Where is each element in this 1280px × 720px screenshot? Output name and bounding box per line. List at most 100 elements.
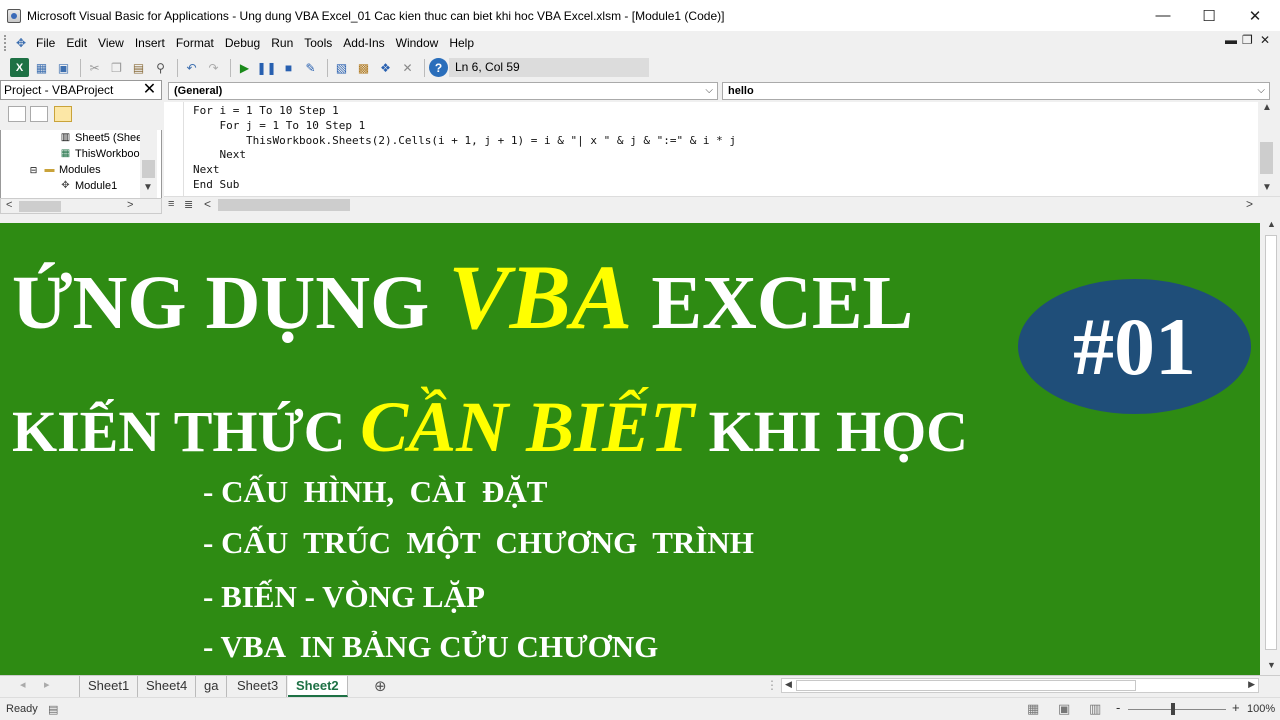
code-margin[interactable] (164, 102, 184, 196)
toolbox-icon[interactable]: ✕ (398, 58, 417, 77)
vba-menu-icon[interactable]: ✥ (12, 35, 30, 51)
code-line[interactable]: End Sub (193, 178, 239, 193)
chevron-down-icon: ⌵ (1257, 85, 1265, 96)
find-icon[interactable]: ⚲ (151, 58, 170, 77)
procedure-combo[interactable]: hello ⌵ (722, 82, 1270, 100)
tree-item-sheet5[interactable]: ▥ Sheet5 (Shee (59, 132, 143, 144)
scroll-right-icon[interactable]: > (1246, 197, 1253, 211)
tab-sheet2[interactable]: Sheet2 (288, 676, 348, 697)
zoom-slider[interactable] (1128, 709, 1226, 710)
menu-debug[interactable]: Debug (221, 34, 264, 52)
scroll-thumb[interactable] (1260, 142, 1273, 174)
code-line[interactable]: For i = 1 To 10 Step 1 (193, 104, 339, 119)
collapse-icon[interactable]: ⊟ (27, 164, 40, 176)
zoom-level[interactable]: 100% (1247, 703, 1275, 715)
scroll-thumb[interactable] (218, 199, 350, 211)
scroll-thumb[interactable] (1265, 235, 1277, 650)
design-mode-icon[interactable]: ✎ (301, 58, 320, 77)
tree-item-modules[interactable]: ⊟ ▬ Modules (27, 164, 101, 176)
tab-sheet3[interactable]: Sheet3 (229, 676, 288, 697)
tab-split-handle[interactable]: ⋮ (766, 678, 778, 692)
view-code-icon[interactable] (8, 106, 26, 122)
doc-minimize-button[interactable]: ▬ (1225, 33, 1237, 47)
toolbar-separator (424, 58, 425, 77)
toolbar-separator (327, 58, 328, 77)
break-icon[interactable]: ❚❚ (256, 58, 276, 77)
tree-item-thisworkbook[interactable]: ▦ ThisWorkboo (59, 148, 140, 160)
add-sheet-icon[interactable]: ⊕ (374, 677, 387, 695)
minimize-button[interactable]: — (1140, 0, 1186, 31)
menu-run[interactable]: Run (267, 34, 297, 52)
zoom-in-button[interactable]: + (1232, 700, 1240, 715)
bullet-item: - CẤU HÌNH, CÀI ĐẶT (203, 474, 548, 509)
project-vertical-scrollbar[interactable]: ▼ (140, 130, 157, 198)
project-close-button[interactable]: ✕ (141, 82, 158, 99)
excel-view-icon[interactable]: X (10, 58, 29, 77)
sheet-vertical-scrollbar[interactable]: ▲ ▼ (1262, 215, 1280, 675)
tab-sheet1[interactable]: Sheet1 (79, 676, 139, 697)
page-break-icon[interactable]: ▥ (1089, 701, 1101, 717)
menu-edit[interactable]: Edit (62, 34, 91, 52)
full-module-view-icon[interactable]: ≣ (184, 198, 193, 211)
scroll-left-icon[interactable]: ◀ (785, 679, 792, 690)
view-object-icon[interactable] (30, 106, 48, 122)
insert-userform-icon[interactable]: ▦ (32, 58, 51, 77)
code-line[interactable]: Next (193, 163, 220, 178)
macro-record-icon[interactable]: ▤ (48, 703, 58, 716)
menu-help[interactable]: Help (445, 34, 478, 52)
scroll-up-icon[interactable]: ▲ (1267, 219, 1276, 229)
scroll-left-icon[interactable]: < (6, 199, 12, 211)
reset-icon[interactable]: ■ (279, 58, 298, 77)
tree-item-module1[interactable]: ✥ Module1 (59, 180, 117, 192)
zoom-slider-thumb[interactable] (1171, 703, 1175, 715)
page-layout-icon[interactable]: ▣ (1058, 701, 1070, 717)
undo-icon[interactable]: ↶ (182, 58, 201, 77)
scroll-thumb[interactable] (142, 160, 155, 178)
code-horizontal-scrollbar[interactable]: ≡ ≣ < > (164, 196, 1280, 213)
tab-scroll-left-icon[interactable]: ◂ (20, 678, 26, 691)
object-combo[interactable]: (General) ⌵ (168, 82, 718, 100)
zoom-out-button[interactable]: - (1116, 700, 1120, 715)
doc-restore-button[interactable]: ❐ (1242, 33, 1253, 47)
procedure-view-icon[interactable]: ≡ (168, 198, 174, 210)
save-icon[interactable]: ▣ (54, 58, 73, 77)
tab-scroll-right-icon[interactable]: ▸ (44, 678, 50, 691)
run-icon[interactable]: ▶ (235, 58, 254, 77)
menu-view[interactable]: View (94, 34, 128, 52)
normal-view-icon[interactable]: ▦ (1027, 701, 1039, 717)
scroll-left-icon[interactable]: < (204, 197, 211, 211)
scroll-down-icon[interactable]: ▼ (1262, 182, 1272, 193)
object-browser-icon[interactable]: ❖ (376, 58, 395, 77)
menu-file[interactable]: File (32, 34, 59, 52)
scroll-down-icon[interactable]: ▼ (143, 182, 153, 193)
copy-icon[interactable]: ❐ (107, 58, 126, 77)
doc-close-button[interactable]: ✕ (1260, 33, 1270, 47)
menu-addins[interactable]: Add-Ins (339, 34, 388, 52)
scroll-right-icon[interactable]: > (127, 199, 133, 211)
tab-ga[interactable]: ga (196, 676, 228, 697)
code-line[interactable]: For j = 1 To 10 Step 1 (193, 119, 365, 134)
project-horizontal-scrollbar[interactable]: < > (0, 198, 162, 214)
code-line[interactable]: ThisWorkbook.Sheets(2).Cells(i + 1, j + … (193, 134, 736, 149)
code-line[interactable]: Next (193, 148, 246, 163)
close-button[interactable]: ✕ (1232, 0, 1278, 31)
cut-icon[interactable]: ✂ (85, 58, 104, 77)
properties-icon[interactable]: ▩ (354, 58, 373, 77)
scroll-up-icon[interactable]: ▲ (1262, 102, 1272, 113)
project-explorer-icon[interactable]: ▧ (332, 58, 351, 77)
toggle-folders-icon[interactable] (54, 106, 72, 122)
scroll-thumb[interactable] (19, 201, 61, 212)
scroll-down-icon[interactable]: ▼ (1267, 660, 1276, 670)
scroll-right-icon[interactable]: ▶ (1248, 679, 1255, 690)
code-vertical-scrollbar[interactable]: ▲ ▼ (1258, 102, 1275, 196)
paste-icon[interactable]: ▤ (129, 58, 148, 77)
help-icon[interactable]: ? (429, 58, 448, 77)
scroll-thumb[interactable] (796, 680, 1136, 691)
menu-insert[interactable]: Insert (131, 34, 169, 52)
menu-format[interactable]: Format (172, 34, 218, 52)
maximize-button[interactable]: ☐ (1186, 0, 1232, 31)
redo-icon[interactable]: ↷ (204, 58, 223, 77)
menu-tools[interactable]: Tools (300, 34, 336, 52)
tab-sheet4[interactable]: Sheet4 (138, 676, 197, 697)
menu-window[interactable]: Window (392, 34, 443, 52)
